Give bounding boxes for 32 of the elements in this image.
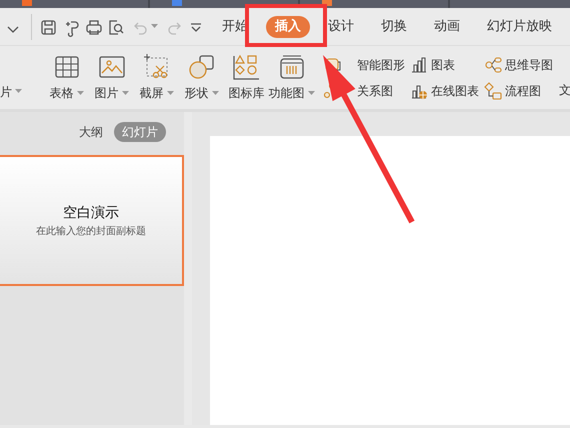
slide-title: 空白演示 — [62, 204, 119, 222]
ribbon-label: 文 — [559, 82, 570, 98]
ribbon-button[interactable]: 图标库 — [224, 53, 269, 102]
caret-icon — [212, 90, 218, 96]
ribbon-label: 片 — [0, 84, 12, 100]
caret-icon — [308, 90, 314, 96]
caret-icon — [15, 89, 22, 94]
flowchart-icon — [484, 82, 502, 100]
slide-thumbnail[interactable]: 空白演示 在此输入您的封面副标题 — [0, 155, 184, 286]
ribbon-button[interactable]: 截屏 — [134, 53, 179, 102]
ribbon-button[interactable]: 图片 — [89, 53, 134, 102]
ribbon-button[interactable]: 形状 — [179, 53, 224, 102]
caret-icon — [76, 90, 84, 96]
caret-icon — [166, 90, 174, 96]
ribbon-button[interactable]: 在线图表 — [410, 80, 479, 102]
shapes-icon — [186, 53, 216, 81]
panel-tab[interactable]: 大纲 — [70, 122, 111, 142]
menu-tab[interactable]: 幻灯片放映 — [478, 16, 561, 38]
mind-map-icon — [484, 56, 502, 74]
bar-chart-icon — [410, 56, 428, 74]
ribbon-button[interactable]: 流程图 — [484, 80, 553, 102]
ribbon-button[interactable]: 表格 — [44, 53, 89, 102]
icon-library-icon — [232, 53, 262, 81]
caret-icon — [151, 24, 158, 29]
ribbon-button[interactable]: 思维导图 — [484, 54, 553, 76]
menu-tab[interactable]: 设计 — [318, 16, 363, 38]
slide-subtitle: 在此输入您的封面副标题 — [36, 224, 146, 238]
ribbon-button[interactable]: 功能图 — [269, 53, 314, 102]
menu-tab[interactable]: 动画 — [424, 16, 469, 38]
ribbon-button[interactable]: 图表 — [410, 54, 479, 76]
menu-tab[interactable]: 切换 — [372, 16, 416, 38]
caret-icon — [122, 90, 128, 96]
